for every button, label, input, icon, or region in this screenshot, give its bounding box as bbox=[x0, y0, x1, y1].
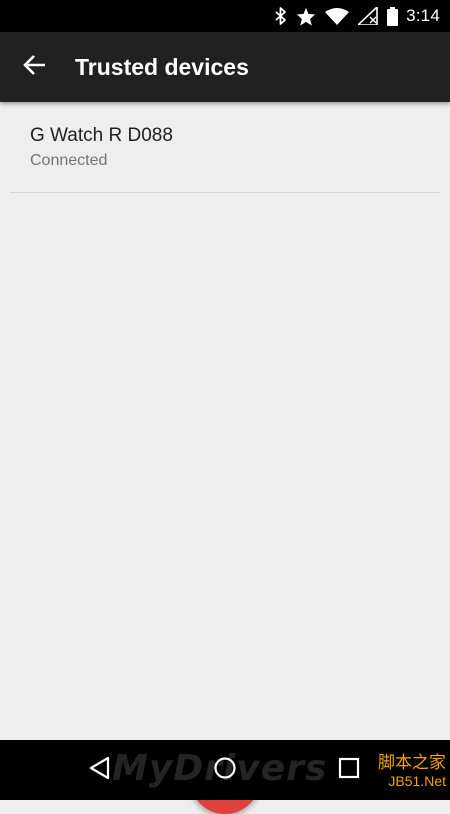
nav-back-button[interactable] bbox=[65, 740, 135, 800]
toolbar: Trusted devices bbox=[0, 32, 450, 102]
corner-watermark-line1: 脚本之家 bbox=[378, 753, 446, 772]
back-button[interactable] bbox=[0, 32, 70, 102]
list-item[interactable]: G Watch R D088 Connected bbox=[10, 102, 440, 193]
star-icon bbox=[296, 7, 316, 26]
navigation-bar: MyDrivers 脚本之家 JB51.Net bbox=[0, 740, 450, 800]
signal-icon bbox=[358, 7, 378, 25]
nav-home-button[interactable] bbox=[190, 740, 260, 800]
bluetooth-icon bbox=[275, 7, 287, 25]
arrow-back-icon bbox=[23, 54, 47, 81]
device-name: G Watch R D088 bbox=[30, 125, 173, 146]
wifi-icon bbox=[325, 7, 350, 25]
device-list: G Watch R D088 Connected bbox=[0, 102, 450, 814]
battery-icon bbox=[387, 6, 399, 26]
recents-square-icon bbox=[338, 757, 360, 784]
status-time: 3:14 bbox=[406, 6, 440, 25]
status-bar: 3:14 bbox=[0, 0, 450, 32]
back-triangle-icon bbox=[89, 756, 111, 785]
device-status: Connected bbox=[30, 152, 108, 169]
corner-watermark: 脚本之家 JB51.Net bbox=[366, 754, 446, 790]
page-title: Trusted devices bbox=[75, 53, 249, 80]
corner-watermark-line2: JB51.Net bbox=[388, 773, 446, 789]
home-circle-icon bbox=[213, 756, 237, 785]
